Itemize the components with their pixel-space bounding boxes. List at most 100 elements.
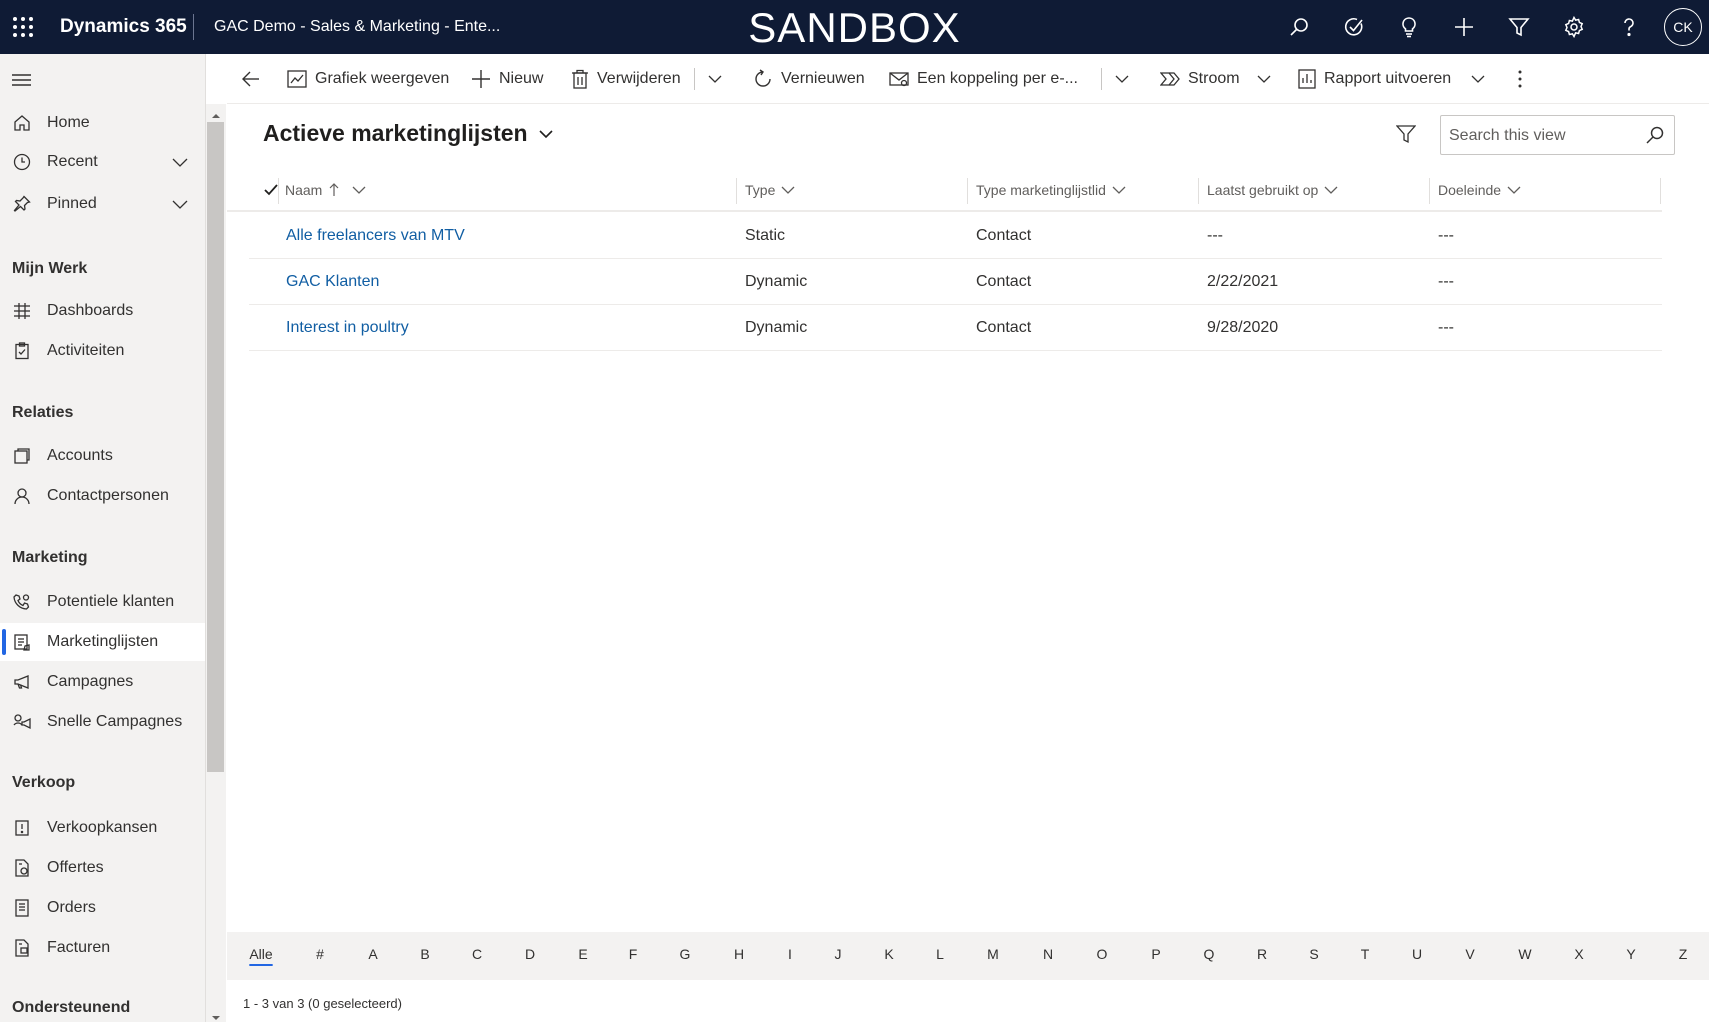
- hamburger-menu-icon[interactable]: [12, 70, 32, 90]
- jump-letter[interactable]: G: [670, 946, 700, 962]
- chevron-down-icon[interactable]: [170, 194, 190, 214]
- scroll-down-arrow-icon[interactable]: [210, 1010, 222, 1020]
- sidebar-scrollbar-thumb[interactable]: [207, 122, 224, 772]
- jump-letter[interactable]: S: [1299, 946, 1329, 962]
- help-icon[interactable]: [1616, 14, 1642, 40]
- sidebar-item-pinned[interactable]: Pinned: [0, 185, 205, 223]
- jump-letter[interactable]: T: [1350, 946, 1380, 962]
- column-header-name[interactable]: Naam: [285, 170, 366, 210]
- jump-letter[interactable]: X: [1564, 946, 1594, 962]
- sidebar-item-marketing-lists[interactable]: Marketinglijsten: [0, 623, 205, 661]
- jump-letter[interactable]: R: [1247, 946, 1277, 962]
- sidebar-item-contacts[interactable]: Contactpersonen: [0, 477, 205, 515]
- jump-letter[interactable]: F: [618, 946, 648, 962]
- jump-letter[interactable]: Q: [1194, 946, 1224, 962]
- run-report-button[interactable]: Rapport uitvoeren: [1298, 54, 1451, 104]
- jump-letter[interactable]: U: [1402, 946, 1432, 962]
- sidebar-item-quick-campaigns[interactable]: Snelle Campagnes: [0, 703, 205, 741]
- sidebar-item-campaigns[interactable]: Campagnes: [0, 663, 205, 701]
- sidebar-item-leads[interactable]: Potentiele klanten: [0, 583, 205, 621]
- more-commands-button[interactable]: [1517, 54, 1531, 104]
- jump-letter[interactable]: Y: [1616, 946, 1646, 962]
- view-selector[interactable]: Actieve marketinglijsten: [263, 120, 554, 147]
- user-avatar[interactable]: CK: [1664, 8, 1702, 46]
- more-delete-options-button[interactable]: [707, 54, 731, 104]
- delete-button[interactable]: Verwijderen: [571, 54, 681, 104]
- flow-button[interactable]: Stroom: [1160, 54, 1240, 104]
- report-dropdown-button[interactable]: [1470, 54, 1494, 104]
- sidebar-item-invoices[interactable]: Facturen: [0, 929, 205, 967]
- row-last-used: 9/28/2020: [1207, 319, 1279, 336]
- jump-letter[interactable]: B: [410, 946, 440, 962]
- jump-letter[interactable]: O: [1087, 946, 1117, 962]
- column-header-purpose[interactable]: Doeleinde: [1438, 170, 1521, 210]
- show-chart-button[interactable]: Grafiek weergeven: [287, 54, 449, 104]
- email-link-button[interactable]: Een koppeling per e-...: [889, 54, 1078, 104]
- jump-letter[interactable]: M: [978, 946, 1008, 962]
- refresh-button[interactable]: Vernieuwen: [753, 54, 865, 104]
- sidebar-item-activities[interactable]: Activiteiten: [0, 332, 205, 370]
- gear-icon[interactable]: [1561, 14, 1587, 40]
- environment-name[interactable]: GAC Demo - Sales & Marketing - Ente...: [214, 18, 500, 36]
- sidebar-item-dashboards[interactable]: Dashboards: [0, 292, 205, 330]
- row-type: Static: [745, 227, 786, 244]
- new-button[interactable]: Nieuw: [471, 54, 543, 104]
- jump-letter[interactable]: D: [515, 946, 545, 962]
- jump-letter[interactable]: K: [874, 946, 904, 962]
- jump-letter[interactable]: V: [1455, 946, 1485, 962]
- task-check-icon[interactable]: [1341, 14, 1367, 40]
- grid-header: Naam Type Type marketinglijstlid Laatst …: [227, 170, 1662, 212]
- search-input[interactable]: [1449, 124, 1639, 148]
- scroll-up-arrow-icon[interactable]: [210, 108, 222, 118]
- account-icon: [12, 446, 32, 466]
- row-type: Dynamic: [745, 273, 808, 290]
- jump-letter-all[interactable]: Alle: [246, 946, 276, 962]
- jump-letter[interactable]: E: [568, 946, 598, 962]
- more-email-options-button[interactable]: [1114, 54, 1138, 104]
- search-icon[interactable]: [1286, 14, 1312, 40]
- row-name-link[interactable]: Interest in poultry: [286, 305, 409, 351]
- filter-icon[interactable]: [1506, 14, 1532, 40]
- sidebar-item-accounts[interactable]: Accounts: [0, 437, 205, 475]
- table-row[interactable]: GAC Klanten Dynamic Contact 2/22/2021 --…: [249, 259, 1662, 305]
- chevron-down-icon[interactable]: [170, 152, 190, 172]
- select-all-checkbox[interactable]: [257, 170, 279, 210]
- filter-icon[interactable]: [1395, 124, 1417, 149]
- table-row[interactable]: Interest in poultry Dynamic Contact 9/28…: [249, 305, 1662, 351]
- sidebar-item-orders[interactable]: Orders: [0, 889, 205, 927]
- jump-letter[interactable]: J: [823, 946, 853, 962]
- jump-letter[interactable]: I: [775, 946, 805, 962]
- sidebar-item-label: Potentiele klanten: [47, 593, 175, 610]
- app-launcher-icon[interactable]: [12, 16, 34, 38]
- back-button[interactable]: [241, 54, 269, 104]
- jump-letter[interactable]: #: [305, 946, 335, 962]
- column-header-member-type[interactable]: Type marketinglijstlid: [976, 170, 1126, 210]
- sidebar-item-opportunities[interactable]: Verkoopkansen: [0, 809, 205, 847]
- jump-letter[interactable]: W: [1510, 946, 1540, 962]
- row-last-used: ---: [1207, 227, 1223, 244]
- sidebar-item-recent[interactable]: Recent: [0, 143, 205, 181]
- column-header-last-used[interactable]: Laatst gebruikt op: [1207, 170, 1338, 210]
- column-header-type[interactable]: Type: [745, 170, 795, 210]
- flow-label: Stroom: [1188, 70, 1240, 87]
- flow-dropdown-button[interactable]: [1256, 54, 1280, 104]
- jump-letter[interactable]: C: [462, 946, 492, 962]
- trash-icon: [572, 69, 588, 89]
- plus-icon[interactable]: [1451, 14, 1477, 40]
- search-icon[interactable]: [1645, 125, 1665, 150]
- sidebar-item-quotes[interactable]: Offertes: [0, 849, 205, 887]
- lightbulb-icon[interactable]: [1396, 14, 1422, 40]
- app-name[interactable]: Dynamics 365: [60, 16, 187, 38]
- jump-letter[interactable]: A: [358, 946, 388, 962]
- jump-letter[interactable]: H: [724, 946, 754, 962]
- sidebar-item-home[interactable]: Home: [0, 104, 205, 142]
- jump-letter[interactable]: Z: [1668, 946, 1698, 962]
- chevron-down-icon: [708, 75, 722, 83]
- jump-letter[interactable]: N: [1033, 946, 1063, 962]
- table-row[interactable]: Alle freelancers van MTV Static Contact …: [249, 213, 1662, 259]
- jump-letter[interactable]: P: [1141, 946, 1171, 962]
- home-icon: [12, 113, 32, 133]
- row-name-link[interactable]: Alle freelancers van MTV: [286, 213, 465, 259]
- jump-letter[interactable]: L: [925, 946, 955, 962]
- row-name-link[interactable]: GAC Klanten: [286, 259, 379, 305]
